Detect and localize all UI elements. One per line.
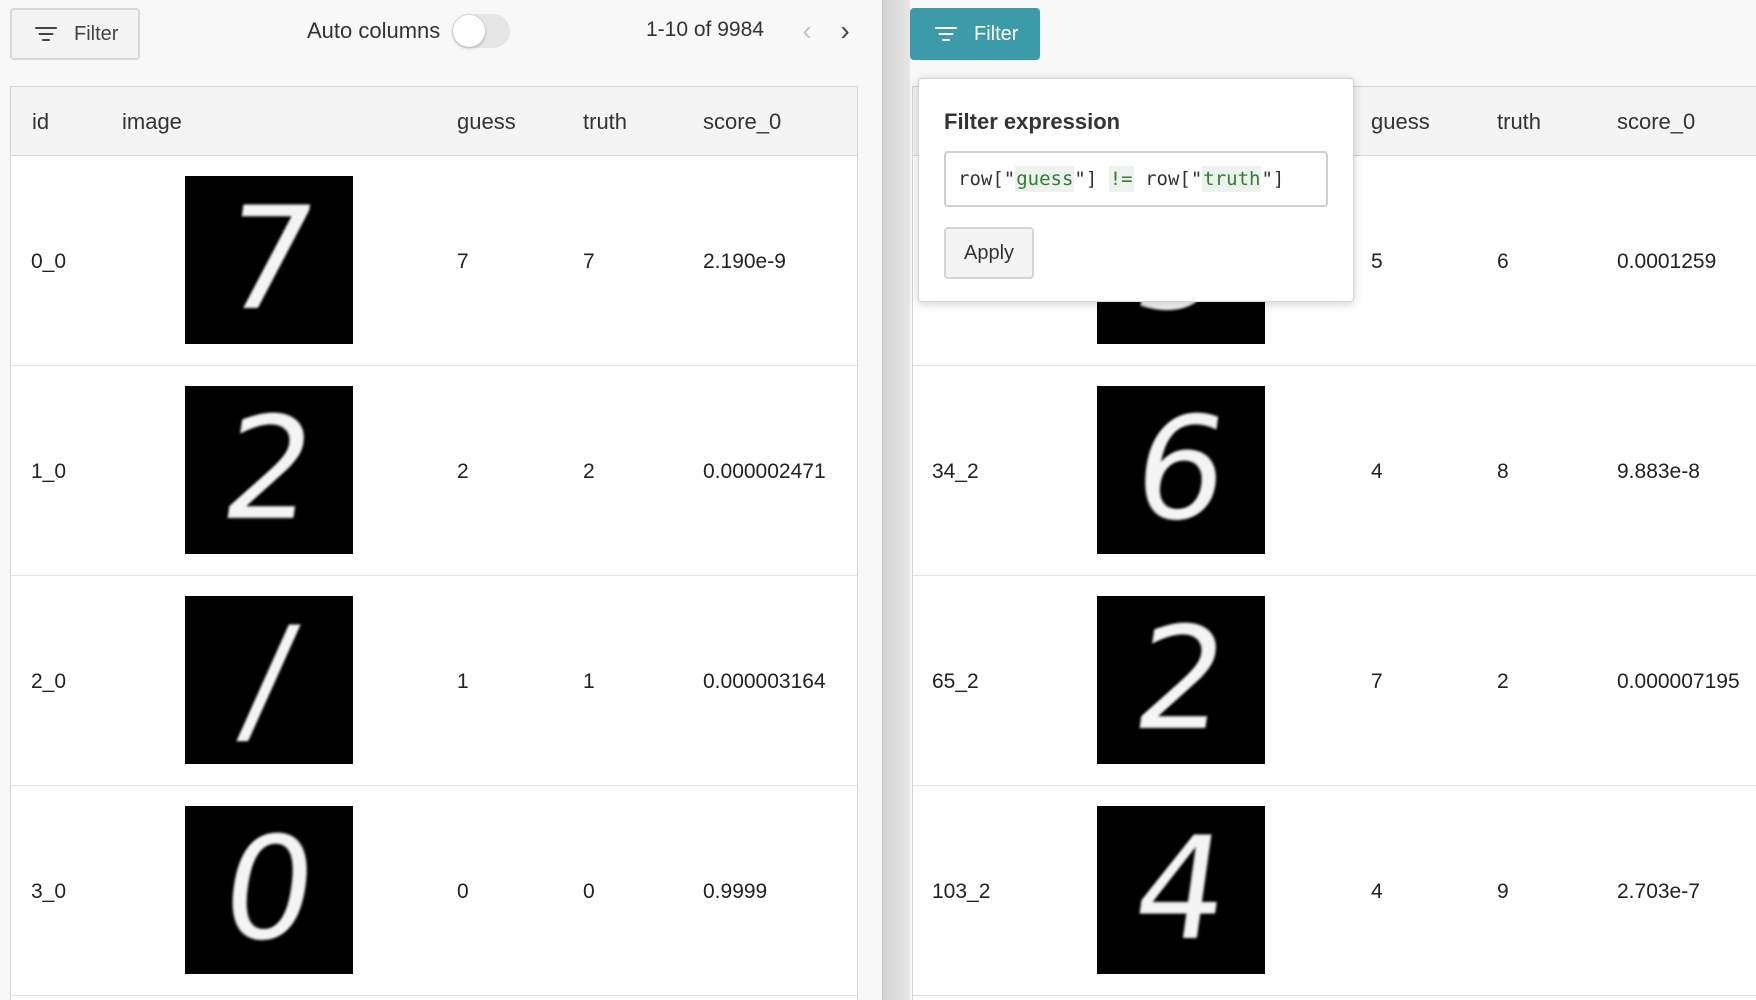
column-header-truth[interactable]: truth	[1497, 109, 1541, 135]
cell-truth: 2	[583, 460, 595, 483]
cell-id: 2_0	[31, 670, 67, 693]
filter-expression-input[interactable]: row[" guess "] != row[" truth "]	[944, 151, 1328, 207]
cell-guess: 1	[457, 670, 469, 693]
cell-id: 34_2	[932, 460, 979, 483]
toggle-knob	[453, 15, 486, 47]
chevron-right-icon[interactable]: ›	[834, 16, 856, 46]
filter-icon	[34, 25, 58, 43]
chevron-left-icon[interactable]: ‹	[796, 16, 818, 46]
expr-string: truth	[1202, 166, 1262, 192]
cell-id: 3_0	[31, 880, 67, 903]
digit-image: 0	[185, 806, 353, 974]
popover-title: Filter expression	[944, 109, 1121, 134]
cell-truth: 0	[583, 880, 595, 903]
cell-truth: 7	[583, 250, 595, 273]
cell-id: 65_2	[932, 670, 979, 693]
panel-divider[interactable]	[882, 0, 911, 1000]
expr-string: guess	[1015, 166, 1075, 192]
filter-button-label: Filter	[974, 22, 1019, 45]
cell-guess: 7	[1371, 670, 1383, 693]
table-row[interactable]: 3_0 0 0 0 0.9999	[11, 786, 857, 996]
cell-id: 0_0	[31, 250, 67, 273]
filter-button-active[interactable]: Filter	[910, 8, 1041, 60]
cell-guess: 2	[457, 460, 469, 483]
cell-truth: 6	[1497, 250, 1509, 273]
column-header-guess[interactable]: guess	[457, 109, 516, 135]
table-header: id image guess truth score_0	[11, 87, 857, 156]
cell-score: 0.000007195	[1617, 670, 1740, 693]
column-header-guess[interactable]: guess	[1371, 109, 1430, 135]
left-panel: Filter Auto columns 1-10 of 9984 ‹ › id …	[0, 0, 882, 1000]
cell-score: 0.0001259	[1617, 250, 1717, 273]
auto-columns-label: Auto columns	[307, 18, 441, 43]
cell-guess: 4	[1371, 880, 1383, 903]
expr-text: row["	[1133, 168, 1203, 190]
cell-score: 0.000002471	[703, 460, 826, 483]
cell-guess: 0	[457, 880, 469, 903]
cell-guess: 5	[1371, 250, 1383, 273]
expr-text: "]	[1074, 168, 1109, 190]
cell-id: 103_2	[932, 880, 991, 903]
filter-button-label: Filter	[74, 22, 119, 45]
table-row[interactable]: 0_0 7 7 7 2.190e-9	[11, 156, 857, 366]
digit-image: 6	[1097, 386, 1265, 554]
table-row[interactable]: 65_2 2 7 2 0.000007195	[913, 576, 1756, 786]
app-root: Filter Auto columns 1-10 of 9984 ‹ › id …	[0, 0, 1756, 1000]
results-table: id image guess truth score_0 0_0 7 7 7 2…	[10, 86, 858, 1000]
filter-icon	[934, 25, 958, 43]
cell-score: 0.9999	[703, 880, 768, 903]
filter-button[interactable]: Filter	[10, 8, 141, 60]
cell-truth: 9	[1497, 880, 1509, 903]
column-header-truth[interactable]: truth	[583, 109, 627, 135]
cell-score: 9.883e-8	[1617, 460, 1700, 483]
cell-truth: 2	[1497, 670, 1509, 693]
cell-score: 2.703e-7	[1617, 880, 1700, 903]
table-row[interactable]: 2_0 / 1 1 0.000003164	[11, 576, 857, 786]
digit-image: 4	[1097, 806, 1265, 974]
pagination-text: 1-10 of 9984	[646, 18, 764, 41]
expr-text: row["	[958, 168, 1016, 190]
apply-button[interactable]: Apply	[944, 227, 1035, 279]
cell-score: 2.190e-9	[703, 250, 786, 273]
expr-operator: !=	[1108, 166, 1134, 192]
column-header-score[interactable]: score_0	[703, 109, 781, 135]
digit-image: 2	[1097, 596, 1265, 764]
auto-columns-control: Auto columns	[307, 14, 511, 48]
table-row[interactable]: 34_2 6 4 8 9.883e-8	[913, 366, 1756, 576]
cell-id: 1_0	[31, 460, 67, 483]
column-header-image[interactable]: image	[122, 109, 182, 135]
cell-truth: 8	[1497, 460, 1509, 483]
digit-image: 2	[185, 386, 353, 554]
column-header-score[interactable]: score_0	[1617, 109, 1695, 135]
table-row[interactable]: 103_2 4 4 9 2.703e-7	[913, 786, 1756, 996]
column-header-id[interactable]: id	[32, 109, 49, 135]
digit-image: /	[185, 596, 353, 764]
auto-columns-toggle[interactable]	[452, 14, 511, 48]
cell-score: 0.000003164	[703, 670, 826, 693]
table-row[interactable]: 1_0 2 2 2 0.000002471	[11, 366, 857, 576]
filter-popover: Filter expression row[" guess "] != row[" t…	[918, 78, 1354, 302]
cell-guess: 4	[1371, 460, 1383, 483]
cell-truth: 1	[583, 670, 595, 693]
cell-guess: 7	[457, 250, 469, 273]
digit-image: 7	[185, 176, 353, 344]
expr-text: "]	[1261, 168, 1285, 190]
